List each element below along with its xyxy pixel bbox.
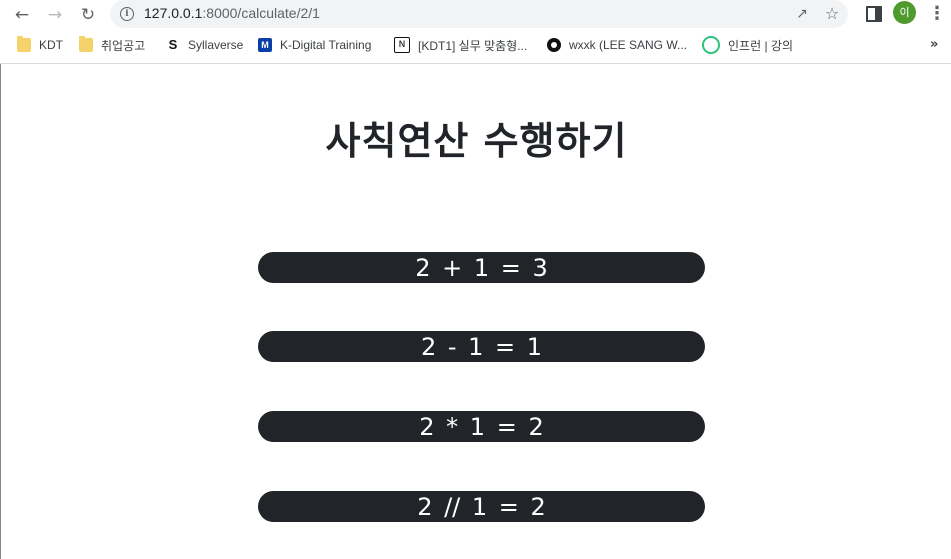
notion-icon: N [394, 37, 410, 53]
bookmark-kdt[interactable]: KDT [17, 35, 63, 55]
bookmarks-overflow-icon[interactable]: » [930, 37, 938, 52]
profile-avatar[interactable]: 이 [893, 1, 916, 24]
bookmark-github[interactable]: wxxk (LEE SANG W... [547, 35, 687, 55]
side-panel-icon[interactable] [866, 6, 882, 22]
bookmark-label: [KDT1] 실무 맞춤형... [418, 38, 528, 53]
k-digital-icon: M [258, 38, 272, 52]
page-content: 사칙연산 수행하기 2 + 1 = 3 2 - 1 = 1 2 * 1 = 2 … [0, 64, 951, 559]
bookmark-notion-kdt1[interactable]: N [KDT1] 실무 맞춤형... [394, 35, 527, 55]
bookmarks-bar: KDT 취업공고 S Syllaverse M K-Digital Traini… [0, 33, 951, 58]
folder-icon [79, 36, 93, 52]
page-title: 사칙연산 수행하기 [325, 119, 628, 163]
result-addition: 2 + 1 = 3 [258, 252, 705, 283]
bookmark-syllaverse[interactable]: S Syllaverse [166, 35, 244, 55]
bookmark-label: 인프런 | 강의 [728, 38, 793, 53]
syllaverse-icon: S [168, 37, 178, 52]
result-floor-division: 2 // 1 = 2 [258, 491, 705, 522]
browser-window: ← → ↻ i 127.0.0.1:8000/calculate/2/1 ↗ ☆… [0, 0, 951, 559]
url-text[interactable]: 127.0.0.1:8000/calculate/2/1 [144, 5, 320, 21]
github-icon [547, 38, 561, 52]
bookmark-label: Syllaverse [188, 38, 244, 52]
forward-arrow-icon[interactable]: → [43, 3, 67, 27]
bookmark-star-icon[interactable]: ☆ [822, 4, 842, 24]
reload-icon[interactable]: ↻ [76, 3, 100, 27]
menu-dots-icon[interactable]: ⋮ [928, 3, 946, 25]
bookmark-label: wxxk (LEE SANG W... [569, 38, 688, 52]
inflearn-icon [702, 36, 720, 54]
bookmark-inflearn[interactable]: 인프런 | 강의 [702, 35, 793, 55]
browser-toolbar: ← → ↻ i 127.0.0.1:8000/calculate/2/1 ↗ ☆… [0, 0, 951, 30]
share-icon[interactable]: ↗ [792, 4, 812, 24]
url-path: :8000/calculate/2/1 [202, 5, 320, 21]
site-info-icon[interactable]: i [120, 7, 134, 21]
bookmark-jobs[interactable]: 취업공고 [79, 35, 145, 55]
bookmark-label: K-Digital Training [280, 38, 372, 52]
folder-icon [17, 36, 31, 52]
bookmark-label: 취업공고 [101, 38, 146, 53]
url-host: 127.0.0.1 [144, 5, 203, 21]
result-multiplication: 2 * 1 = 2 [258, 411, 705, 442]
back-arrow-icon[interactable]: ← [10, 3, 34, 27]
bookmark-k-digital[interactable]: M K-Digital Training [258, 35, 371, 55]
address-bar[interactable]: i 127.0.0.1:8000/calculate/2/1 ↗ ☆ [110, 0, 848, 28]
result-subtraction: 2 - 1 = 1 [258, 331, 705, 362]
bookmark-label: KDT [39, 38, 63, 52]
